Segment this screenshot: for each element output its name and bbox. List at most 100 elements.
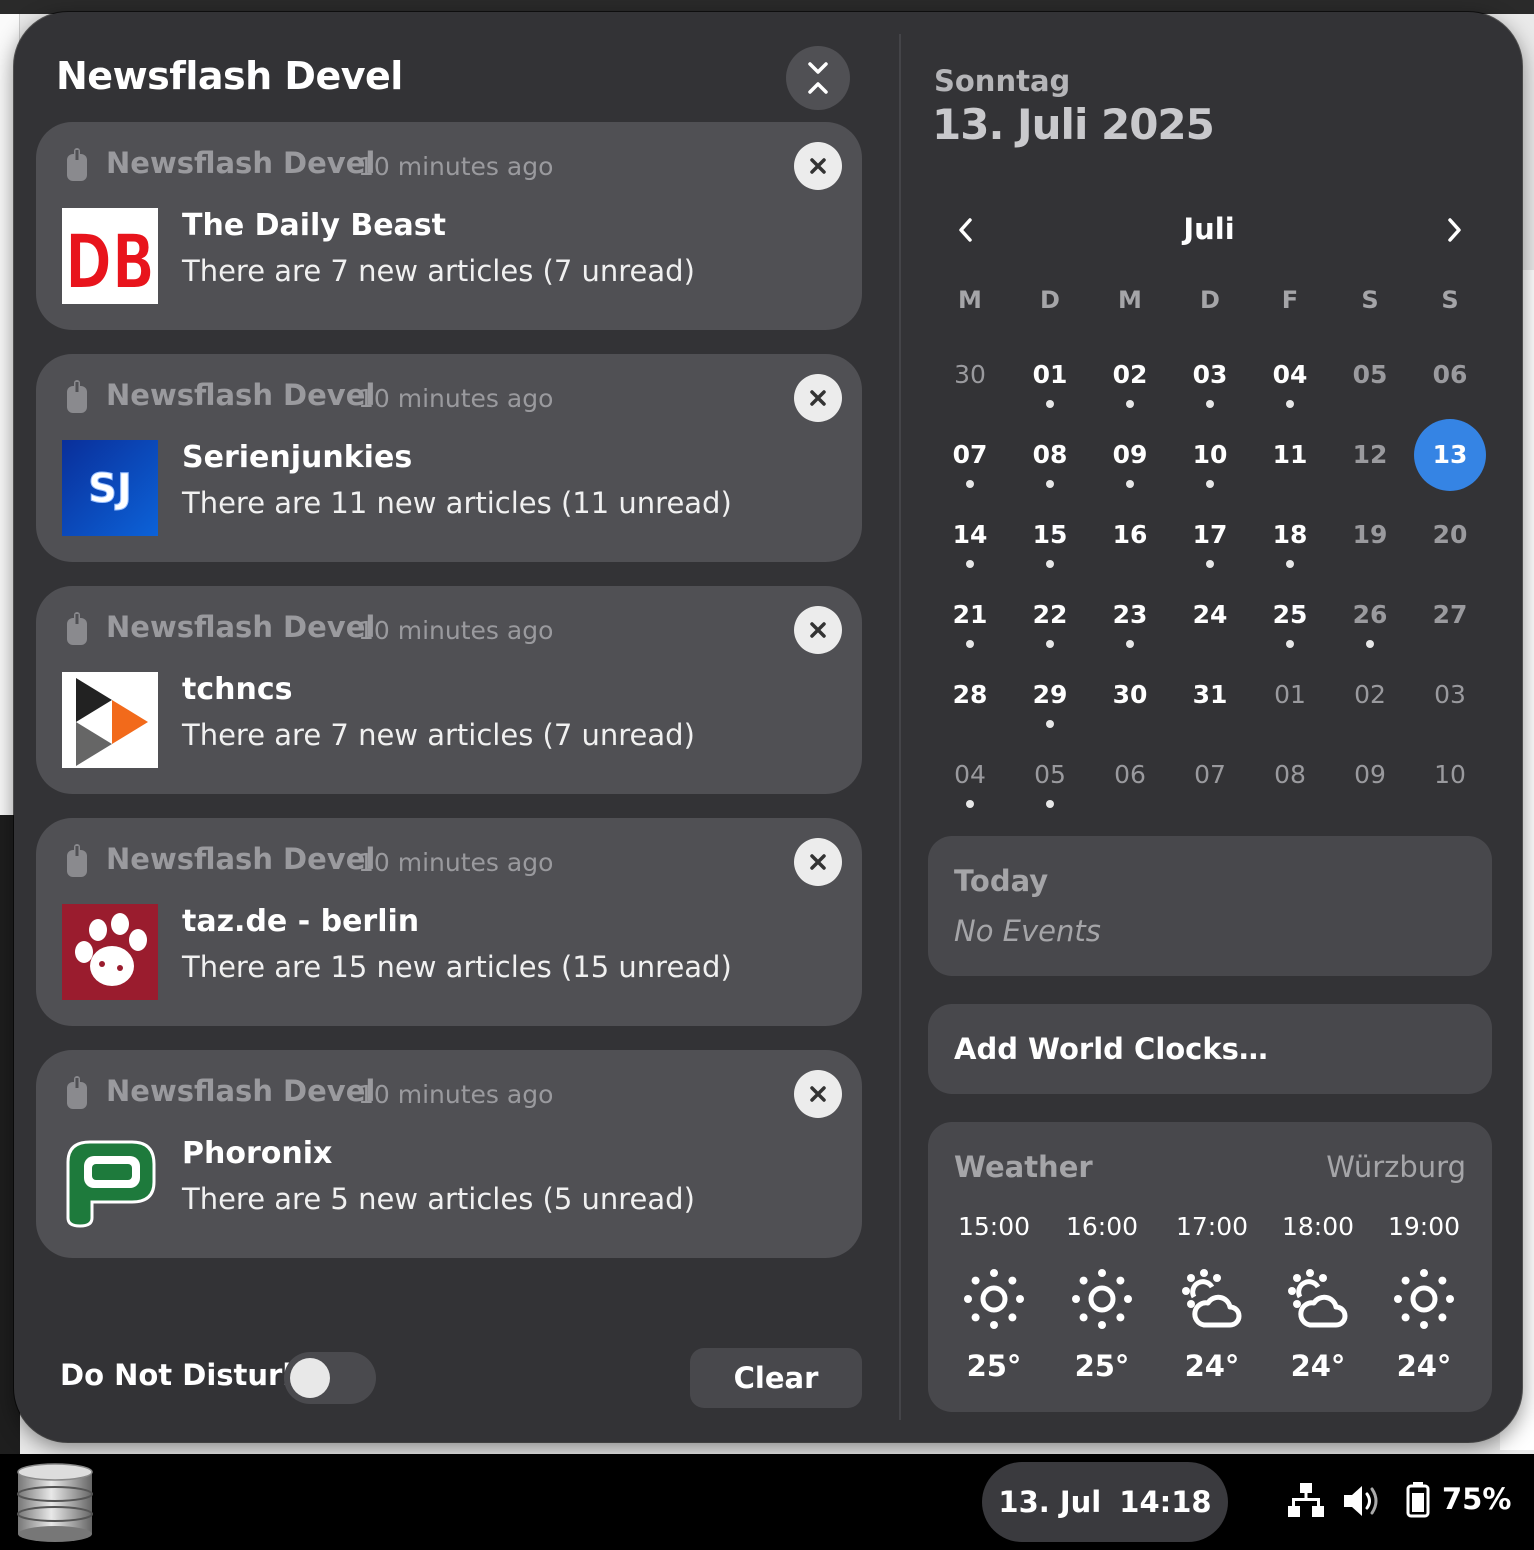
calendar-day[interactable]: 26 bbox=[1330, 580, 1410, 652]
world-clocks-card[interactable]: Add World Clocks… bbox=[928, 1004, 1492, 1094]
svg-text:SJ: SJ bbox=[88, 466, 132, 512]
calendar-day-number: 19 bbox=[1352, 520, 1388, 549]
calendar-day[interactable]: 06 bbox=[1410, 340, 1490, 412]
date-time-button[interactable]: 13. Jul 14:18 bbox=[982, 1462, 1228, 1542]
calendar-day[interactable]: 16 bbox=[1090, 500, 1170, 572]
calendar-day[interactable]: 24 bbox=[1170, 580, 1250, 652]
calendar-day[interactable]: 08 bbox=[1250, 740, 1330, 812]
calendar-day-today[interactable]: 13 bbox=[1410, 419, 1490, 492]
notification-title: Serienjunkies bbox=[182, 440, 413, 475]
weekday-header: S bbox=[1441, 286, 1459, 314]
calendar-day-number: 12 bbox=[1352, 440, 1388, 469]
event-indicator-dot bbox=[966, 560, 974, 568]
calendar-day[interactable]: 03 bbox=[1170, 340, 1250, 412]
calendar-day[interactable]: 05 bbox=[1330, 340, 1410, 412]
events-card[interactable]: Today No Events bbox=[928, 836, 1492, 976]
notification-card[interactable]: Newsflash Devel 10 minutes ago DB The Daily… bbox=[36, 122, 862, 330]
calendar-day[interactable]: 02 bbox=[1330, 660, 1410, 732]
calendar-day-number: 10 bbox=[1434, 760, 1466, 789]
next-month-button[interactable] bbox=[1434, 210, 1474, 250]
calendar-day[interactable]: 09 bbox=[1330, 740, 1410, 812]
calendar-day[interactable]: 22 bbox=[1010, 580, 1090, 652]
calendar-day[interactable]: 11 bbox=[1250, 420, 1330, 492]
notification-time: 10 minutes ago bbox=[358, 848, 554, 877]
calendar-day[interactable]: 18 bbox=[1250, 500, 1330, 572]
newsflash-app-icon bbox=[67, 612, 87, 645]
calendar-day[interactable]: 04 bbox=[1250, 340, 1330, 412]
collapse-button[interactable] bbox=[786, 46, 850, 110]
calendar-day[interactable]: 25 bbox=[1250, 580, 1330, 652]
calendar-day-number: 07 bbox=[952, 440, 988, 469]
calendar-day-number: 08 bbox=[1274, 760, 1306, 789]
notification-card[interactable]: Newsflash Devel 10 minutes ago SJ Serienjun… bbox=[36, 354, 862, 562]
notification-calendar-popover: Newsflash Devel Newsflash Devel 10 minute… bbox=[14, 12, 1522, 1442]
calendar-day[interactable]: 10 bbox=[1170, 420, 1250, 492]
notification-card[interactable]: Newsflash Devel 10 minutes ago Phoronix The… bbox=[36, 1050, 862, 1258]
event-indicator-dot bbox=[1046, 480, 1054, 488]
calendar-day-number: 29 bbox=[1032, 680, 1068, 709]
calendar-day[interactable]: 02 bbox=[1090, 340, 1170, 412]
calendar-day-number: 06 bbox=[1114, 760, 1146, 789]
calendar-day-number: 27 bbox=[1432, 600, 1468, 629]
volume-icon[interactable] bbox=[1342, 1484, 1382, 1518]
calendar-day[interactable]: 30 bbox=[930, 340, 1010, 412]
dismiss-notification-button[interactable] bbox=[794, 838, 842, 886]
event-indicator-dot bbox=[966, 800, 974, 808]
calendar-day[interactable]: 20 bbox=[1410, 500, 1490, 572]
calendar-day[interactable]: 05 bbox=[1010, 740, 1090, 812]
previous-month-button[interactable] bbox=[946, 210, 986, 250]
calendar-day[interactable]: 27 bbox=[1410, 580, 1490, 652]
event-indicator-dot bbox=[1126, 400, 1134, 408]
forecast-item: 18:00 24° bbox=[1278, 1212, 1358, 1383]
dismiss-notification-button[interactable] bbox=[794, 606, 842, 654]
calendar-grid: M D M D F S S 30 01 02 03 04 05 06 07 08 09 10 11 12 13 14 15 1… bbox=[930, 282, 1490, 822]
calendar-day[interactable]: 01 bbox=[1010, 340, 1090, 412]
calendar-day[interactable]: 12 bbox=[1330, 420, 1410, 492]
database-icon[interactable] bbox=[16, 1462, 94, 1542]
weekday-header: F bbox=[1281, 286, 1299, 314]
dismiss-notification-button[interactable] bbox=[794, 142, 842, 190]
calendar-day[interactable]: 14 bbox=[930, 500, 1010, 572]
do-not-disturb-switch[interactable] bbox=[284, 1352, 376, 1404]
event-indicator-dot bbox=[1046, 800, 1054, 808]
taskbar-date: 13. Jul bbox=[998, 1485, 1102, 1519]
calendar-day[interactable]: 04 bbox=[930, 740, 1010, 812]
newsflash-app-icon bbox=[67, 380, 87, 413]
calendar-day[interactable]: 07 bbox=[1170, 740, 1250, 812]
current-full-date[interactable]: 13. Juli 2025 bbox=[932, 100, 1215, 149]
calendar-day[interactable]: 15 bbox=[1010, 500, 1090, 572]
dismiss-notification-button[interactable] bbox=[794, 1070, 842, 1118]
calendar-day[interactable]: 07 bbox=[930, 420, 1010, 492]
calendar-day[interactable]: 28 bbox=[930, 660, 1010, 732]
calendar-day[interactable]: 06 bbox=[1090, 740, 1170, 812]
calendar-day[interactable]: 29 bbox=[1010, 660, 1090, 732]
notification-list: Newsflash Devel 10 minutes ago DB The Daily… bbox=[36, 122, 862, 1282]
notification-card[interactable]: Newsflash Devel 10 minutes ago tchncs There… bbox=[36, 586, 862, 794]
calendar-day[interactable]: 17 bbox=[1170, 500, 1250, 572]
do-not-disturb-label: Do Not Disturb bbox=[60, 1358, 304, 1392]
notification-time: 10 minutes ago bbox=[358, 384, 554, 413]
calendar-day[interactable]: 10 bbox=[1410, 740, 1490, 812]
calendar-day[interactable]: 08 bbox=[1010, 420, 1090, 492]
calendar-day[interactable]: 09 bbox=[1090, 420, 1170, 492]
calendar-day[interactable]: 01 bbox=[1250, 660, 1330, 732]
newsflash-app-icon bbox=[67, 844, 87, 877]
event-indicator-dot bbox=[1046, 400, 1054, 408]
notification-app-name: Newsflash Devel bbox=[106, 842, 376, 876]
calendar-day[interactable]: 19 bbox=[1330, 500, 1410, 572]
event-indicator-dot bbox=[1046, 720, 1054, 728]
weather-card[interactable]: Weather Würzburg 15:00 25° 16:00 25° 17:00 24… bbox=[928, 1122, 1492, 1412]
calendar-day[interactable]: 03 bbox=[1410, 660, 1490, 732]
battery-icon[interactable] bbox=[1406, 1482, 1430, 1518]
calendar-day[interactable]: 31 bbox=[1170, 660, 1250, 732]
clear-button[interactable]: Clear bbox=[690, 1348, 862, 1408]
calendar-day[interactable]: 23 bbox=[1090, 580, 1170, 652]
event-indicator-dot bbox=[966, 480, 974, 488]
calendar-day-number: 06 bbox=[1432, 360, 1468, 389]
calendar-day[interactable]: 21 bbox=[930, 580, 1010, 652]
calendar-day[interactable]: 30 bbox=[1090, 660, 1170, 732]
wired-network-icon[interactable] bbox=[1288, 1482, 1324, 1518]
notification-card[interactable]: Newsflash Devel 10 minutes ago taz.de - be… bbox=[36, 818, 862, 1026]
dismiss-notification-button[interactable] bbox=[794, 374, 842, 422]
calendar-day-number: 20 bbox=[1432, 520, 1468, 549]
